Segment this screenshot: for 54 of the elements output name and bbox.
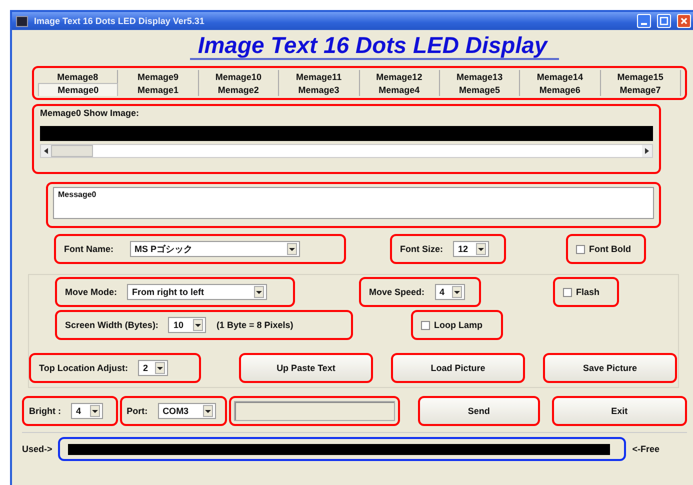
checkbox-label: Flash (576, 287, 600, 297)
field-label: Bright : (29, 406, 61, 416)
loop-lamp-checkbox[interactable] (421, 320, 430, 330)
action-button[interactable]: Exit (552, 396, 687, 426)
action-button[interactable]: Save Picture (543, 353, 677, 383)
maximize-icon (658, 15, 670, 27)
field-label: Screen Width (Bytes): (65, 320, 158, 330)
caret-icon (254, 286, 264, 298)
checkbox-label: Loop Lamp (434, 320, 482, 330)
move-mode-dropdown[interactable]: From right to left (127, 284, 268, 300)
field-label: Top Location Adjust: (39, 363, 128, 373)
app-heading: Image Text 16 Dots LED Display (190, 32, 560, 60)
caret-icon (202, 405, 213, 417)
caret-icon (155, 362, 165, 374)
bright-dropdown[interactable]: 4 (71, 403, 103, 419)
caret-icon (452, 286, 462, 298)
field-label: Font Size: (400, 244, 443, 254)
used-label: Used-> (22, 444, 52, 454)
caret-icon (193, 319, 204, 331)
field-label: Move Mode: (65, 287, 118, 297)
move-speed-dropdown[interactable]: 4 (434, 284, 465, 300)
app-icon (16, 16, 28, 26)
field-label: Port: (126, 406, 148, 416)
font-size-dropdown[interactable]: 12 (453, 241, 489, 257)
caret-icon (476, 243, 486, 255)
font-bold-checkbox[interactable] (576, 244, 585, 254)
free-label: <-Free (632, 444, 660, 454)
checkbox-label: Font Bold (589, 244, 631, 254)
message-tab[interactable]: Memage0 (38, 83, 118, 96)
screen-width-dropdown[interactable]: 10 (168, 317, 206, 333)
minimize-button[interactable] (637, 14, 651, 28)
caret-icon (90, 405, 100, 417)
action-button[interactable]: Up Paste Text (239, 353, 373, 383)
horizontal-scrollbar[interactable] (40, 144, 653, 158)
top-adjust-dropdown[interactable]: 2 (138, 360, 168, 376)
right-arrow-icon[interactable] (645, 148, 649, 154)
font-name-dropdown[interactable]: MS Pゴシック (130, 241, 300, 257)
port-dropdown[interactable]: COM3 (158, 403, 216, 419)
action-button[interactable]: Send (418, 396, 540, 426)
close-icon (678, 15, 690, 27)
action-button[interactable]: Load Picture (391, 353, 525, 383)
close-button[interactable] (677, 14, 691, 28)
left-arrow-icon[interactable] (44, 148, 48, 154)
flash-checkbox[interactable] (563, 288, 572, 296)
message-input[interactable]: Message0 (53, 187, 654, 219)
field-label: Font Name: (64, 244, 114, 254)
minimize-icon (641, 23, 647, 25)
scroll-thumb[interactable] (51, 145, 93, 157)
window-title: Image Text 16 Dots LED Display Ver5.31 (34, 16, 206, 26)
group-label: Memage0 Show Image: (40, 108, 140, 118)
field-label: Move Speed: (369, 287, 425, 297)
field-label: (1 Byte = 8 Pixels) (216, 320, 294, 330)
caret-icon (286, 243, 296, 255)
maximize-button[interactable] (657, 14, 671, 28)
